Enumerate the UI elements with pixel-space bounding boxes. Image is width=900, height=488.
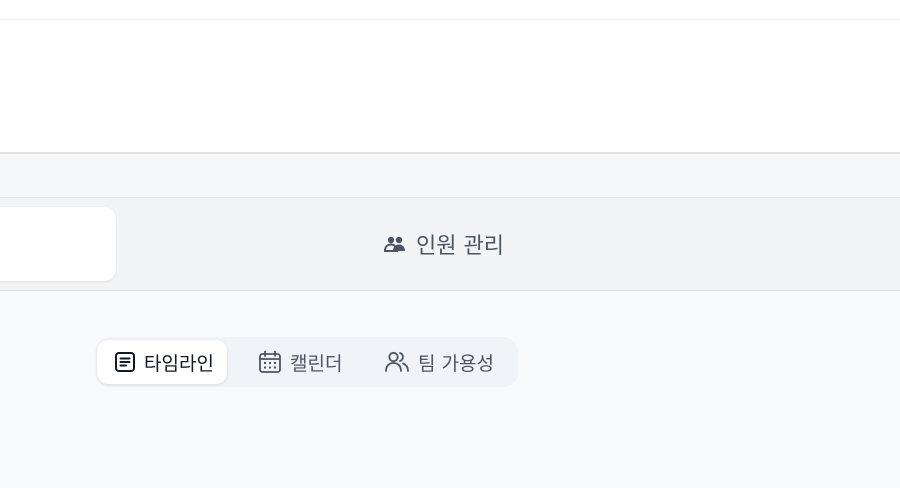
top-header	[0, 0, 900, 154]
view-btn-label: 팀 가용성	[418, 352, 494, 375]
nav-tab-people-label: 인원 관리	[416, 234, 504, 259]
users-icon	[384, 350, 410, 374]
view-btn-availability[interactable]: 팀 가용성	[384, 340, 494, 384]
view-btn-timeline[interactable]: 타임라인	[97, 340, 227, 384]
header-divider	[0, 19, 900, 20]
users-group-icon	[384, 235, 406, 253]
list-box-icon	[114, 351, 136, 373]
subheader-band	[0, 154, 900, 197]
nav-tab-active[interactable]	[0, 207, 116, 281]
view-switcher: 타임라인 캘린더 팀 가용성	[96, 337, 518, 387]
calendar-icon	[258, 350, 282, 374]
main-nav-tabs: 인원 관리	[0, 197, 900, 291]
view-btn-label: 타임라인	[144, 352, 214, 375]
nav-tab-people[interactable]: 인원 관리	[384, 226, 504, 262]
view-btn-label: 캘린더	[290, 352, 343, 375]
view-btn-calendar[interactable]: 캘린더	[258, 340, 342, 384]
